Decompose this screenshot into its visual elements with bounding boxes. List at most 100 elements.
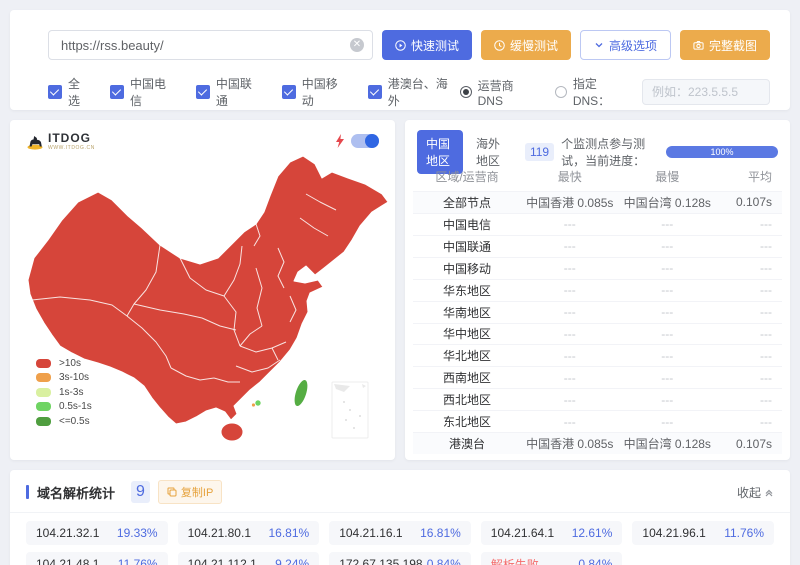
taiwan-region[interactable] [291, 378, 310, 408]
legend-swatch [36, 417, 51, 426]
checkbox-checked-icon[interactable] [196, 85, 210, 99]
carrier-dns-radio[interactable] [460, 86, 472, 98]
legend-item: >10s [36, 356, 92, 371]
legend-item: 0.5s-1s [36, 400, 92, 415]
ip-address: 172.67.135.198 [339, 557, 422, 565]
cell-name: 华东地区 [413, 282, 521, 299]
legend-item: <=0.5s [36, 414, 92, 429]
dns-ip-chip: 104.21.96.111.76% [632, 521, 774, 545]
clock-icon [494, 40, 505, 51]
advanced-options-button[interactable]: 高级选项 [580, 30, 671, 60]
cell-name: 西南地区 [413, 369, 521, 386]
col-slowest: 最慢 [619, 168, 717, 185]
ip-percentage: 16.81% [420, 526, 461, 540]
south-china-sea-inset [332, 382, 368, 438]
cell-avg: --- [716, 217, 782, 231]
url-row: ✕ 快速测试 缓慢测试 高级选项 完整截图 [10, 10, 790, 60]
progress-bar-wrap: 100% [666, 146, 778, 158]
collapse-button[interactable]: 收起 [737, 484, 774, 501]
copy-ip-button[interactable]: 复制IP [158, 480, 222, 504]
table-row: 西南地区--------- [413, 366, 782, 388]
checkbox-checked-icon[interactable] [110, 85, 124, 99]
cell-slowest: --- [619, 305, 717, 319]
cell-slowest: --- [619, 217, 717, 231]
dns-group: 运营商DNS 指定DNS： [460, 75, 770, 109]
toggle-knob [365, 134, 379, 148]
ip-address: 104.21.32.1 [36, 526, 99, 540]
macau-region[interactable] [252, 403, 255, 406]
ip-percentage: 19.33% [117, 526, 158, 540]
checkbox-label: 中国移动 [302, 75, 350, 109]
cell-slowest: 中国台湾 0.128s [619, 435, 717, 452]
dns-stats-title: 域名解析统计 [37, 483, 115, 502]
progress-bar: 100% [666, 146, 778, 158]
cell-name: 东北地区 [413, 413, 521, 430]
ip-percentage: 12.61% [572, 526, 613, 540]
cell-name: 华中地区 [413, 325, 521, 342]
checkbox-item[interactable]: 全选 [48, 75, 92, 109]
checkbox-item[interactable]: 中国移动 [282, 75, 350, 109]
full-screenshot-button[interactable]: 完整截图 [680, 30, 770, 60]
cell-slowest: --- [619, 327, 717, 341]
hainan-region[interactable] [221, 423, 243, 441]
cell-avg: --- [716, 415, 782, 429]
cell-name: 中国联通 [413, 238, 521, 255]
legend-label: 0.5s-1s [59, 401, 92, 412]
ip-percentage: 9.24% [275, 557, 309, 565]
legend-swatch [36, 388, 51, 397]
cell-slowest: --- [619, 371, 717, 385]
cell-slowest: --- [619, 393, 717, 407]
clear-url-icon[interactable]: ✕ [350, 38, 364, 52]
quick-test-button[interactable]: 快速测试 [382, 30, 472, 60]
legend-label: <=0.5s [59, 416, 90, 427]
checkbox-label: 中国电信 [130, 75, 178, 109]
table-row: 华东地区--------- [413, 279, 782, 301]
test-toolbar-card: ✕ 快速测试 缓慢测试 高级选项 完整截图 全选 中国电信 中国联通 中国移动港澳台、… [10, 10, 790, 110]
checkbox-checked-icon[interactable] [282, 85, 296, 99]
legend-swatch [36, 359, 51, 368]
play-icon [395, 40, 406, 51]
cell-name: 中国电信 [413, 216, 521, 233]
cell-avg: 0.107s [716, 437, 782, 451]
cell-fastest: --- [521, 349, 619, 363]
custom-dns-input[interactable] [642, 79, 770, 105]
china-map-card: ITDOG WWW.ITDOG.CN >10s3s-10s1s-3s0.5s-1… [10, 120, 395, 460]
collapse-label: 收起 [737, 484, 761, 501]
copy-ip-label: 复制IP [181, 484, 213, 500]
custom-dns-radio[interactable] [555, 86, 567, 98]
cell-slowest: --- [619, 349, 717, 363]
url-input[interactable] [61, 38, 350, 53]
carrier-dns-label: 运营商DNS [478, 77, 539, 108]
slow-test-button[interactable]: 缓慢测试 [481, 30, 571, 60]
dns-ip-chip: 104.21.48.111.76% [26, 552, 168, 565]
table-row: 中国联通--------- [413, 235, 782, 257]
options-row: 全选 中国电信 中国联通 中国移动港澳台、海外 运营商DNS 指定DNS： [10, 60, 790, 109]
checkbox-label: 中国联通 [216, 75, 264, 109]
col-average: 平均 [716, 168, 782, 185]
checkbox-label: 全选 [68, 75, 92, 109]
checkbox-item[interactable]: 港澳台、海外 [368, 75, 460, 109]
results-table-body: 全部节点中国香港 0.085s中国台湾 0.128s0.107s中国电信----… [413, 191, 782, 454]
cell-avg: 0.107s [716, 195, 782, 209]
cell-avg: --- [716, 393, 782, 407]
checkbox-item[interactable]: 中国联通 [196, 75, 264, 109]
ip-address: 104.21.64.1 [491, 526, 554, 540]
checkbox-checked-icon[interactable] [368, 85, 382, 99]
checkbox-checked-icon[interactable] [48, 85, 62, 99]
table-row: 中国移动--------- [413, 257, 782, 279]
table-row: 华中地区--------- [413, 323, 782, 345]
checkbox-item[interactable]: 中国电信 [110, 75, 178, 109]
dns-ip-chip: 104.21.32.1 19.33% [26, 521, 168, 545]
cell-fastest: --- [521, 261, 619, 275]
legend-swatch [36, 402, 51, 411]
advanced-options-label: 高级选项 [609, 37, 657, 54]
dns-ip-list: 104.21.32.119.33%104.21.80.116.81%104.21… [10, 513, 790, 565]
cell-fastest: --- [521, 305, 619, 319]
cell-name: 港澳台 [413, 435, 521, 452]
cell-fastest: --- [521, 283, 619, 297]
ip-address: 104.21.48.1 [36, 557, 99, 565]
dns-ip-chip: 104.21.64.1 12.61% [481, 521, 623, 545]
hongkong-region[interactable] [255, 400, 261, 406]
fast-mode-toggle[interactable] [351, 134, 379, 148]
logo-title: ITDOG [48, 132, 95, 144]
